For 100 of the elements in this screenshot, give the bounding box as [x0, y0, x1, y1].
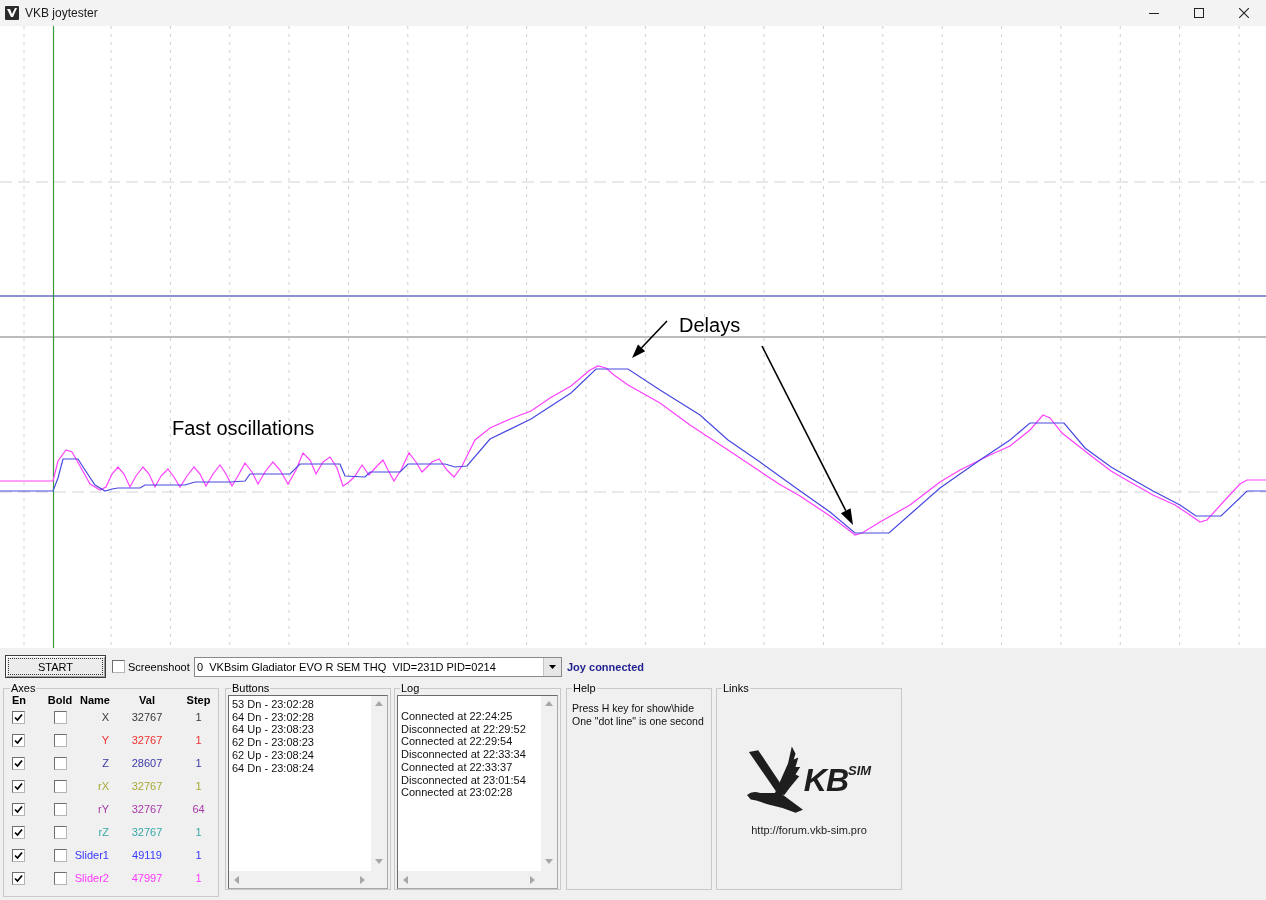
axis-step: 1: [182, 752, 215, 775]
checkbox[interactable]: [53, 803, 67, 816]
group-title: Axes: [10, 683, 37, 694]
axis-value: 47997: [130, 871, 164, 886]
column-header: Val: [138, 694, 156, 706]
close-icon: [1238, 8, 1249, 18]
help-text: Press H key for show\hide: [572, 702, 695, 715]
list-item: 64 Up - 23:08:23: [232, 723, 315, 737]
list-item: 64 Dn - 23:02:28: [232, 710, 315, 724]
axis-name: Slider2: [74, 871, 110, 886]
right-arrow-icon: [530, 875, 535, 884]
axis-value: 49119: [131, 848, 163, 863]
annotation-arrow: [632, 320, 668, 358]
vertical-scrollbar[interactable]: [371, 696, 387, 871]
window-title: VKB joytester: [25, 6, 98, 20]
checkbox[interactable]: [53, 711, 67, 724]
list-item: Disconnected at 22:29:52: [401, 722, 527, 736]
right-arrow-icon: [360, 875, 365, 884]
checkbox[interactable]: [12, 826, 25, 839]
checkbox[interactable]: [12, 711, 25, 724]
group-title: Log: [400, 683, 421, 694]
list-item: Connected at 23:02:28: [401, 786, 514, 799]
axis-name: Slider1: [74, 848, 110, 863]
group-title: Help: [572, 683, 597, 694]
list-item: Connected at 22:29:54: [401, 735, 514, 749]
column-header: Name: [79, 694, 111, 706]
checkmark-icon: [14, 874, 23, 883]
axis-name: X: [100, 710, 110, 725]
logo-text: KB$^{SIM}$: [803, 764, 872, 796]
checkbox[interactable]: [53, 780, 67, 793]
forum-link[interactable]: http://forum.vkb-sim.pro: [751, 824, 867, 836]
column-header: En: [12, 694, 28, 706]
caret-icon: [549, 664, 556, 669]
vertical-scrollbar[interactable]: [541, 696, 557, 871]
checkbox-label[interactable]: Screenshoot: [128, 660, 194, 673]
list-item: 53 Dn - 23:02:28: [232, 698, 315, 711]
axis-value: 28607: [130, 756, 164, 771]
axis-step: 64: [182, 798, 215, 821]
axis-name: Y: [100, 733, 110, 748]
checkbox[interactable]: [12, 757, 25, 770]
axis-value: 32767: [130, 825, 164, 840]
checkbox[interactable]: [53, 734, 67, 747]
up-arrow-icon: [545, 701, 553, 706]
group-title: Buttons: [231, 683, 271, 694]
checkbox[interactable]: [53, 826, 67, 839]
list-item: Connected at 22:24:25: [401, 710, 514, 723]
column-header: Bold: [46, 694, 74, 706]
buttons-list[interactable]: 53 Dn - 23:02:28 64 Dn - 23:02:28 64 Up - 23:08:23 62 Dn - 23:08:23 62 Up - 23:08:24 64 Dn - 23:08:24: [228, 695, 388, 889]
axis-step: 1: [182, 775, 215, 798]
column-header: Step: [185, 694, 212, 706]
axis-step: 1: [182, 867, 215, 890]
axis-name: Z: [101, 756, 110, 771]
left-arrow-icon: [403, 875, 408, 884]
axis-step: 1: [182, 706, 215, 729]
start-button[interactable]: START: [5, 655, 106, 678]
checkmark-icon: [14, 713, 23, 722]
minimize-icon: [1148, 12, 1159, 14]
list-item: 62 Up - 23:08:24: [232, 748, 315, 762]
checkmark-icon: [14, 736, 23, 745]
left-arrow-icon: [234, 875, 239, 884]
checkbox[interactable]: [53, 872, 67, 885]
axis-name: rY: [97, 802, 110, 817]
connection-status: Joy connected: [567, 660, 645, 673]
horizontal-scrollbar[interactable]: [229, 871, 387, 888]
checkbox[interactable]: [12, 734, 25, 747]
list-item: Connected at 22:33:37: [401, 760, 514, 774]
axis-step: 1: [182, 821, 215, 844]
checkmark-icon: [14, 782, 23, 791]
axis-step: 1: [182, 729, 215, 752]
annotation-label: Delays: [679, 314, 741, 336]
log-list[interactable]: Connected at 22:24:25 Disconnected at 22:29:52 Connected at 22:29:54 Disconnected at 22:33:34 Connected at 22:33:37 Disconnected at 23:01:54 Connected at 23:02:28: [397, 695, 558, 889]
checkbox[interactable]: [12, 872, 25, 885]
group-title: Links: [722, 683, 750, 694]
checkbox[interactable]: [112, 660, 125, 673]
app-icon: [5, 6, 19, 20]
axis-value: 32767: [130, 802, 164, 817]
list-item: Disconnected at 23:01:54: [401, 773, 527, 787]
help-text: One "dot line" is one second: [572, 715, 705, 728]
down-arrow-icon: [545, 859, 553, 864]
checkmark-icon: [14, 805, 23, 814]
device-dropdown[interactable]: 0 VKBsim Gladiator EVO R SEM THQ VID=231D PID=0214: [194, 656, 562, 677]
checkbox[interactable]: [12, 849, 25, 862]
checkbox[interactable]: [12, 780, 25, 793]
axis-value: 32767: [130, 733, 164, 748]
axis-name: rX: [97, 779, 110, 794]
axis-value: 32767: [130, 779, 164, 794]
up-arrow-icon: [375, 701, 383, 706]
down-arrow-icon: [375, 859, 383, 864]
axis-name: rZ: [97, 825, 110, 840]
dropdown-button[interactable]: [543, 657, 561, 676]
checkbox[interactable]: [53, 849, 67, 862]
checkbox[interactable]: [53, 757, 67, 770]
list-item: 62 Dn - 23:08:23: [232, 736, 315, 749]
checkmark-icon: [14, 851, 23, 860]
maximize-icon: [1193, 8, 1204, 18]
annotation-label: Fast oscillations: [172, 417, 315, 439]
horizontal-scrollbar[interactable]: [398, 871, 557, 888]
axis-step: 1: [182, 844, 215, 867]
list-item: Disconnected at 22:33:34: [401, 748, 527, 761]
checkbox[interactable]: [12, 803, 25, 816]
